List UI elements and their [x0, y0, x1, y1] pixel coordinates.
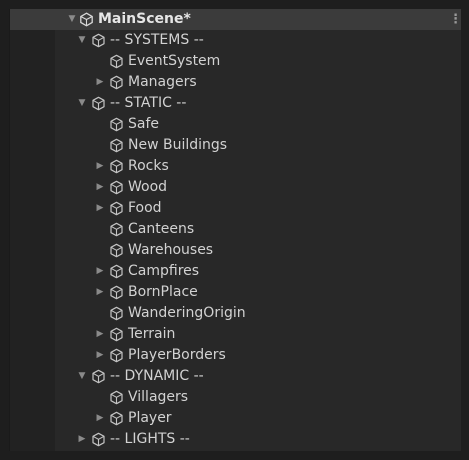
hierarchy-item[interactable]: Safe	[10, 114, 461, 135]
unity-scene-icon	[79, 12, 94, 27]
gameobject-cube-icon	[109, 264, 124, 279]
gameobject-cube-icon	[109, 54, 124, 69]
hierarchy-item-label: BornPlace	[128, 284, 198, 300]
collapse-arrow-icon[interactable]: ▶	[94, 177, 106, 198]
gameobject-cube-icon	[109, 411, 124, 426]
gameobject-cube-icon	[109, 348, 124, 363]
hierarchy-item-label: Warehouses	[128, 242, 214, 258]
gameobject-cube-icon	[109, 222, 124, 237]
collapse-arrow-icon[interactable]: ▶	[94, 282, 106, 303]
gameobject-cube-icon	[109, 306, 124, 321]
expand-arrow-icon[interactable]: ▼	[76, 30, 88, 51]
collapse-arrow-icon[interactable]: ▶	[94, 72, 106, 93]
collapse-arrow-icon[interactable]: ▶	[94, 408, 106, 429]
hierarchy-item-label: PlayerBorders	[128, 347, 226, 363]
hierarchy-item[interactable]: Canteens	[10, 219, 461, 240]
gameobject-cube-icon	[109, 201, 124, 216]
gameobject-cube-icon	[109, 117, 124, 132]
hierarchy-item-label: New Buildings	[128, 137, 228, 153]
hierarchy-item-label: Canteens	[128, 221, 195, 237]
hierarchy-item-label: Wood	[128, 179, 168, 195]
collapse-arrow-icon[interactable]: ▶	[94, 345, 106, 366]
hierarchy-item[interactable]: ▼ -- DYNAMIC --	[10, 366, 461, 387]
hierarchy-item[interactable]: ▶ -- LIGHTS --	[10, 429, 461, 450]
hierarchy-item-label: EventSystem	[128, 53, 221, 69]
hierarchy-item-label: Terrain	[128, 326, 176, 342]
collapse-arrow-icon[interactable]: ▶	[94, 156, 106, 177]
gameobject-cube-icon	[109, 390, 124, 405]
hierarchy-item-label: Villagers	[128, 389, 189, 405]
hierarchy-item-label: Player	[128, 410, 172, 426]
collapse-arrow-icon[interactable]: ▶	[76, 429, 88, 450]
gameobject-cube-icon	[109, 75, 124, 90]
hierarchy-item-label: -- STATIC --	[110, 95, 187, 111]
hierarchy-item[interactable]: New Buildings	[10, 135, 461, 156]
hierarchy-item[interactable]: ▶ Player	[10, 408, 461, 429]
hierarchy-item[interactable]: WanderingOrigin	[10, 303, 461, 324]
gameobject-cube-icon	[91, 96, 106, 111]
hierarchy-item-label: Managers	[128, 74, 197, 90]
gameobject-cube-icon	[109, 243, 124, 258]
gameobject-cube-icon	[109, 180, 124, 195]
gameobject-cube-icon	[91, 369, 106, 384]
hierarchy-item[interactable]: ▼ -- STATIC --	[10, 93, 461, 114]
hierarchy-item[interactable]: Villagers	[10, 387, 461, 408]
hierarchy-item[interactable]: ▶ Campfires	[10, 261, 461, 282]
hierarchy-item[interactable]: Warehouses	[10, 240, 461, 261]
hierarchy-item[interactable]: EventSystem	[10, 51, 461, 72]
hierarchy-item-label: -- SYSTEMS --	[110, 32, 204, 48]
hierarchy-panel: ▼ MainScene* ⋮ ▼ -- SYSTEMS -- EventSystem…	[9, 9, 461, 451]
kebab-menu-icon[interactable]: ⋮	[449, 9, 461, 30]
expand-arrow-icon[interactable]: ▼	[66, 9, 78, 30]
hierarchy-item-label: -- LIGHTS --	[110, 431, 190, 447]
hierarchy-item[interactable]: ▶ BornPlace	[10, 282, 461, 303]
hierarchy-item[interactable]: ▶ Wood	[10, 177, 461, 198]
scene-row[interactable]: ▼ MainScene* ⋮	[10, 9, 461, 30]
gameobject-cube-icon	[91, 33, 106, 48]
gameobject-cube-icon	[109, 159, 124, 174]
expand-arrow-icon[interactable]: ▼	[76, 366, 88, 387]
expand-arrow-icon[interactable]: ▼	[76, 93, 88, 114]
hierarchy-item-label: WanderingOrigin	[128, 305, 246, 321]
gameobject-cube-icon	[109, 285, 124, 300]
hierarchy-item[interactable]: ▶ Food	[10, 198, 461, 219]
hierarchy-item-label: -- DYNAMIC --	[110, 368, 204, 384]
collapse-arrow-icon[interactable]: ▶	[94, 261, 106, 282]
gameobject-cube-icon	[109, 138, 124, 153]
gameobject-cube-icon	[91, 432, 106, 447]
hierarchy-item[interactable]: ▼ -- SYSTEMS --	[10, 30, 461, 51]
hierarchy-item-label: Campfires	[128, 263, 200, 279]
gameobject-cube-icon	[109, 327, 124, 342]
hierarchy-item-label: Safe	[128, 116, 160, 132]
hierarchy-item-label: Rocks	[128, 158, 169, 174]
hierarchy-tree: ▼ MainScene* ⋮ ▼ -- SYSTEMS -- EventSystem…	[10, 9, 461, 450]
hierarchy-item[interactable]: ▶ Terrain	[10, 324, 461, 345]
collapse-arrow-icon[interactable]: ▶	[94, 198, 106, 219]
hierarchy-item[interactable]: ▶ PlayerBorders	[10, 345, 461, 366]
collapse-arrow-icon[interactable]: ▶	[94, 324, 106, 345]
hierarchy-item[interactable]: ▶ Rocks	[10, 156, 461, 177]
hierarchy-item[interactable]: ▶ Managers	[10, 72, 461, 93]
hierarchy-item-label: Food	[128, 200, 162, 216]
scene-label: MainScene*	[98, 11, 191, 27]
